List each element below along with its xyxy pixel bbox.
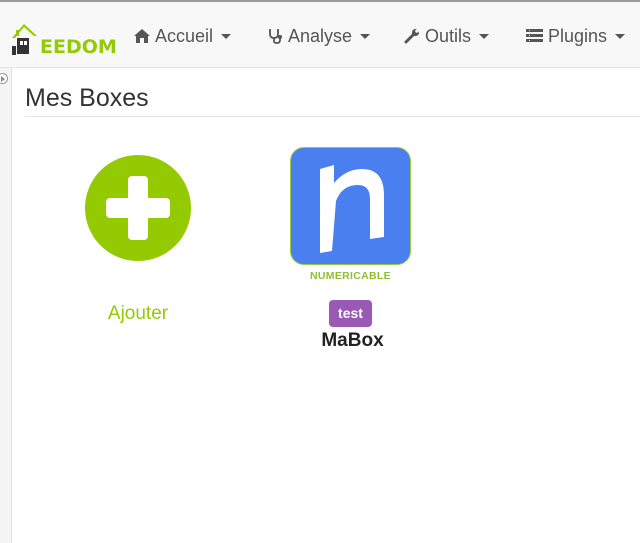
nav-accueil[interactable]: Accueil — [134, 24, 232, 48]
chevron-down-icon — [360, 33, 371, 39]
plus-circle-icon — [85, 155, 191, 261]
nav-plugins[interactable]: Plugins — [526, 24, 626, 48]
logo-caption: NUMERICABLE — [310, 270, 391, 282]
list-icon — [526, 29, 543, 42]
nav-analyse[interactable]: Analyse — [268, 24, 371, 48]
box-name: MaBox — [321, 330, 384, 351]
chevron-down-icon — [615, 33, 626, 39]
chevron-down-icon — [221, 33, 232, 39]
numericable-n-icon — [320, 165, 384, 253]
box-tag-badge: test — [329, 300, 372, 327]
sidebar-collapsed — [0, 68, 12, 543]
chevron-down-icon — [479, 33, 490, 39]
add-box-label: Ajouter — [107, 303, 169, 324]
jeedom-logo[interactable]: EEDOM — [10, 16, 117, 58]
logo-text: EEDOM — [40, 36, 117, 58]
page-title: Mes Boxes — [25, 84, 149, 112]
wrench-icon — [404, 28, 420, 44]
divider — [25, 116, 640, 117]
stethoscope-icon — [269, 29, 282, 44]
numericable-logo: NUMERICABLE — [290, 147, 411, 282]
nav-outils[interactable]: Outils — [404, 24, 490, 48]
nav-analyse-label: Analyse — [288, 25, 353, 46]
box-card[interactable]: NUMERICABLE test MaBox — [280, 145, 420, 355]
add-box-card[interactable]: Ajouter — [72, 150, 204, 335]
navbar: EEDOM Accueil Analyse Outils Plugins — [0, 2, 640, 68]
nav-outils-label: Outils — [425, 25, 472, 46]
home-icon — [134, 29, 150, 43]
nav-accueil-label: Accueil — [155, 25, 214, 46]
nav-plugins-label: Plugins — [548, 25, 608, 46]
